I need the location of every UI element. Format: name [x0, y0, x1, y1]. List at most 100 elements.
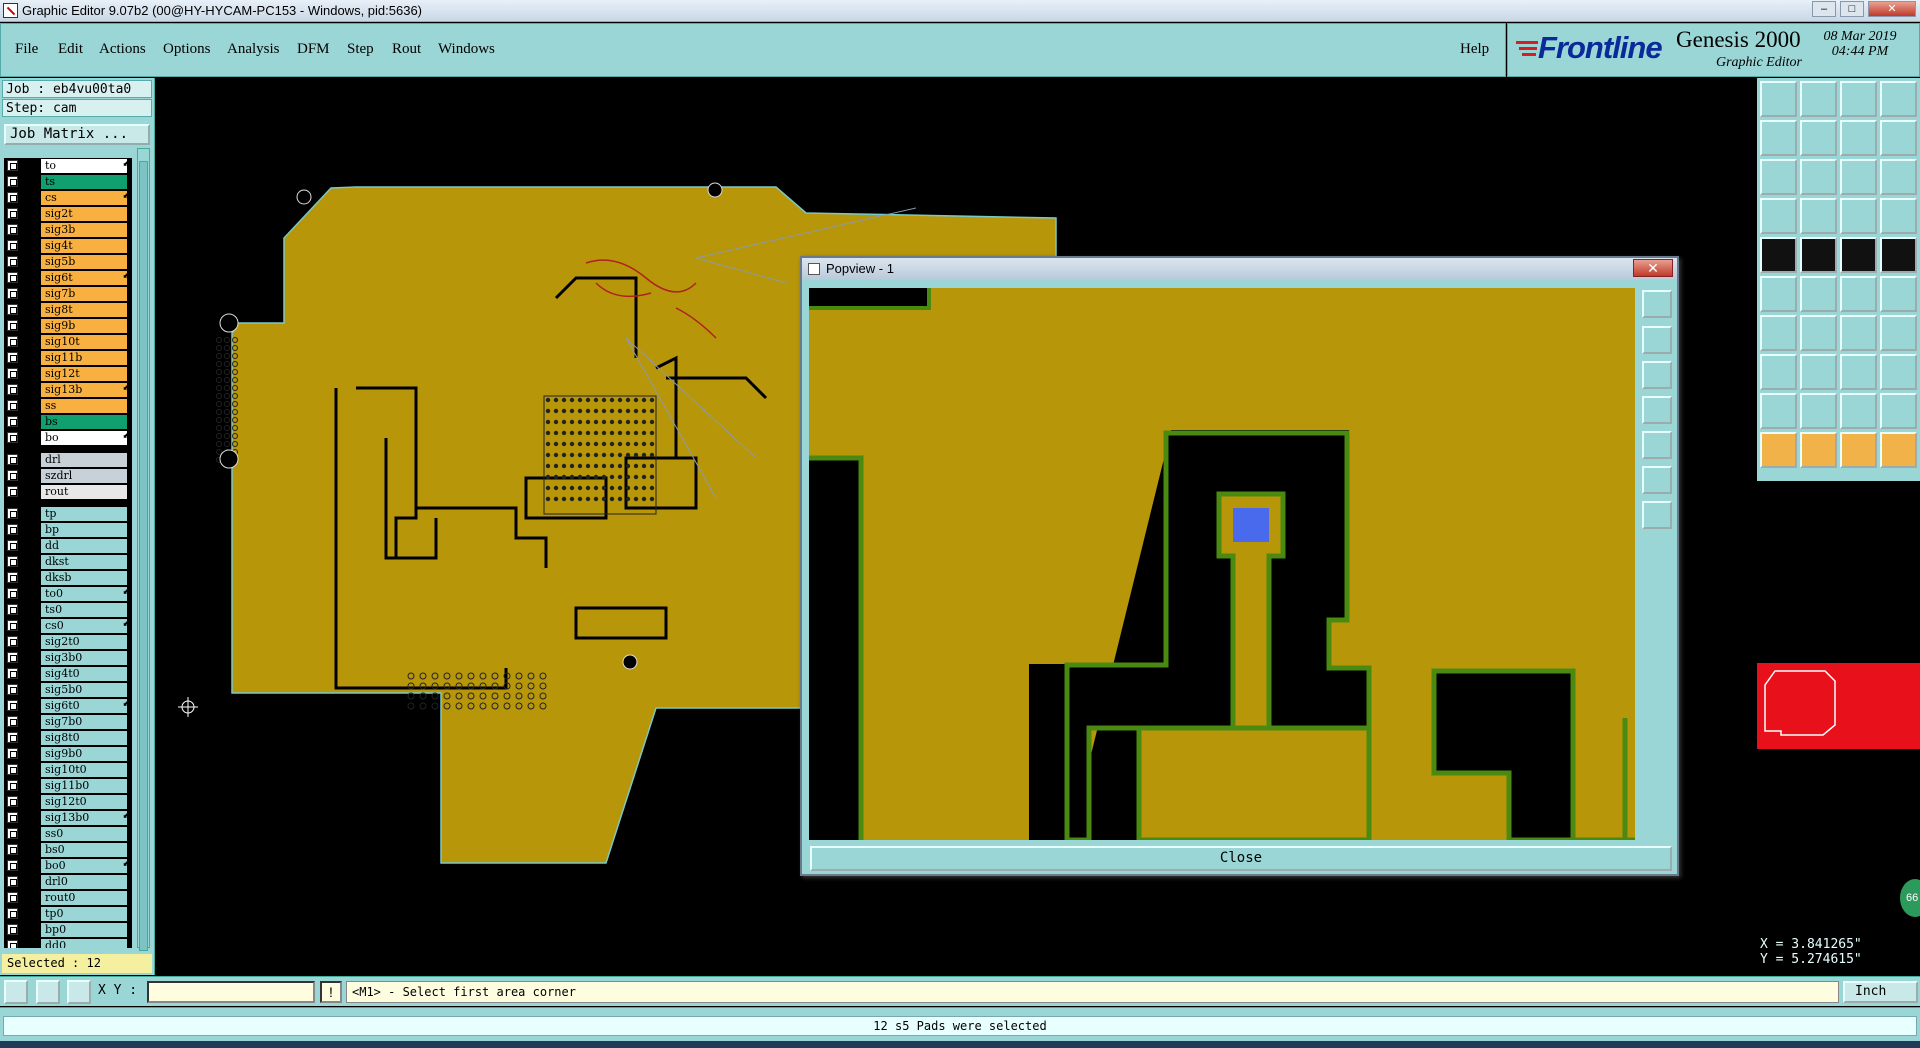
layer-checkbox[interactable] — [7, 812, 18, 823]
layer-row[interactable]: dkst — [4, 554, 132, 570]
layer-checkbox[interactable] — [7, 336, 18, 347]
layer-row[interactable]: bs — [4, 414, 132, 430]
cross-feature-icon[interactable] — [1800, 276, 1837, 312]
layer-name[interactable]: sig11b — [41, 351, 127, 365]
display-layout-icon[interactable] — [1880, 81, 1917, 117]
select-net-icon[interactable] — [1880, 432, 1917, 468]
layer-checkbox[interactable] — [7, 320, 18, 331]
layer-name[interactable]: bo0 — [41, 859, 127, 873]
layer-checkbox[interactable] — [7, 620, 18, 631]
ruler-icon[interactable] — [1840, 237, 1877, 273]
menu-step[interactable]: Step — [347, 41, 374, 58]
layer-checkbox[interactable] — [7, 940, 18, 948]
text-b-icon[interactable] — [1840, 393, 1877, 429]
layer-checkbox[interactable] — [7, 588, 18, 599]
layer-name[interactable]: sig12t — [41, 367, 127, 381]
layer-checkbox[interactable] — [7, 540, 18, 551]
select-point-icon[interactable] — [1840, 432, 1877, 468]
units-selector[interactable]: Inch — [1843, 981, 1918, 1003]
menu-dfm[interactable]: DFM — [297, 41, 330, 58]
copy-feature-icon[interactable] — [1880, 354, 1917, 390]
layer-checkbox[interactable] — [7, 176, 18, 187]
popview-center-button[interactable] — [1642, 466, 1672, 494]
popview-zoom-in-button[interactable] — [1642, 326, 1672, 354]
layer-name[interactable]: sig3b0 — [41, 651, 127, 665]
menu-windows[interactable]: Windows — [438, 41, 495, 58]
layer-row[interactable]: sig5b — [4, 254, 132, 270]
layer-name[interactable]: ss0 — [41, 827, 127, 841]
move-feature-icon[interactable] — [1760, 354, 1797, 390]
layer-checkbox[interactable] — [7, 716, 18, 727]
zoom-fit-icon[interactable] — [1760, 159, 1797, 195]
layer-name[interactable]: sig13b — [41, 383, 127, 397]
layer-color-icon[interactable] — [1800, 237, 1837, 273]
layer-checkbox[interactable] — [7, 732, 18, 743]
layer-checkbox[interactable] — [7, 160, 18, 171]
layer-row[interactable]: sig3b — [4, 222, 132, 238]
menu-rout[interactable]: Rout — [392, 41, 421, 58]
layer-checkbox[interactable] — [7, 668, 18, 679]
layer-row[interactable]: sig4t — [4, 238, 132, 254]
layer-name[interactable]: ts — [41, 175, 127, 189]
layer-checkbox[interactable] — [7, 432, 18, 443]
menu-actions[interactable]: Actions — [99, 41, 146, 58]
layer-row[interactable]: sig12t0 — [4, 794, 132, 810]
layer-row[interactable]: drl — [4, 452, 132, 468]
layer-name[interactable]: cs — [41, 191, 127, 205]
maximize-button[interactable]: □ — [1840, 1, 1864, 17]
overview-map[interactable] — [1757, 663, 1920, 749]
layer-row[interactable]: sig2t0 — [4, 634, 132, 650]
layer-name[interactable]: to — [41, 159, 127, 173]
snap-icon[interactable] — [4, 980, 28, 1004]
notification-badge[interactable]: 66 — [1900, 879, 1920, 917]
layer-checkbox[interactable] — [7, 796, 18, 807]
layer-row[interactable]: bp0 — [4, 922, 132, 938]
layer-row[interactable]: sig8t — [4, 302, 132, 318]
layer-name[interactable]: ss — [41, 399, 127, 413]
layer-checkbox[interactable] — [7, 684, 18, 695]
route-map-icon[interactable] — [1880, 198, 1917, 234]
layer-checkbox[interactable] — [7, 572, 18, 583]
popview-titlebar[interactable]: Popview - 1 ✕ — [802, 258, 1677, 280]
snapshot-icon[interactable] — [1760, 237, 1797, 273]
layer-name[interactable]: dksb — [41, 571, 127, 585]
layer-name[interactable]: tp0 — [41, 907, 127, 921]
home-icon[interactable] — [1840, 81, 1877, 117]
layer-row[interactable]: sig7b0 — [4, 714, 132, 730]
popview-move-button[interactable] — [1642, 501, 1672, 529]
help-query-icon[interactable] — [1880, 159, 1917, 195]
layer-name[interactable]: dkst — [41, 555, 127, 569]
text-a-icon[interactable] — [1800, 393, 1837, 429]
layer-checkbox[interactable] — [7, 240, 18, 251]
layer-name[interactable]: sig3b — [41, 223, 127, 237]
zoom-ratio-icon[interactable] — [1840, 159, 1877, 195]
layer-checkbox[interactable] — [7, 224, 18, 235]
layer-name[interactable]: rout — [41, 485, 127, 499]
layer-checkbox[interactable] — [7, 208, 18, 219]
layer-row[interactable]: sig11b0 — [4, 778, 132, 794]
layer-name[interactable]: sig8t — [41, 303, 127, 317]
layer-row[interactable]: rout — [4, 484, 132, 500]
layer-name[interactable]: bp — [41, 523, 127, 537]
layer-name[interactable]: sig10t0 — [41, 763, 127, 777]
layer-row[interactable]: sig4t0 — [4, 666, 132, 682]
menu-options[interactable]: Options — [163, 41, 211, 58]
layer-row[interactable]: rout0 — [4, 890, 132, 906]
layer-row[interactable]: to ⬋ — [4, 158, 132, 174]
layer-checkbox[interactable] — [7, 486, 18, 497]
layer-checkbox[interactable] — [7, 860, 18, 871]
layer-row[interactable]: dd — [4, 538, 132, 554]
layer-scrollbar[interactable] — [137, 148, 150, 951]
layer-name[interactable]: drl — [41, 453, 127, 467]
layer-row[interactable]: bo0 ⬋ — [4, 858, 132, 874]
diagonal-line-icon[interactable] — [1760, 315, 1797, 351]
window-close-button[interactable]: ✕ — [1868, 1, 1916, 17]
pan-right-icon[interactable] — [1800, 120, 1837, 156]
mirror-icon[interactable] — [1880, 315, 1917, 351]
layer-row[interactable]: drl0 — [4, 874, 132, 890]
minimize-button[interactable]: – — [1812, 1, 1836, 17]
layer-name[interactable]: bp0 — [41, 923, 127, 937]
pan-left-icon[interactable] — [1760, 120, 1797, 156]
menu-analysis[interactable]: Analysis — [227, 41, 280, 58]
layer-row[interactable]: sig9b — [4, 318, 132, 334]
